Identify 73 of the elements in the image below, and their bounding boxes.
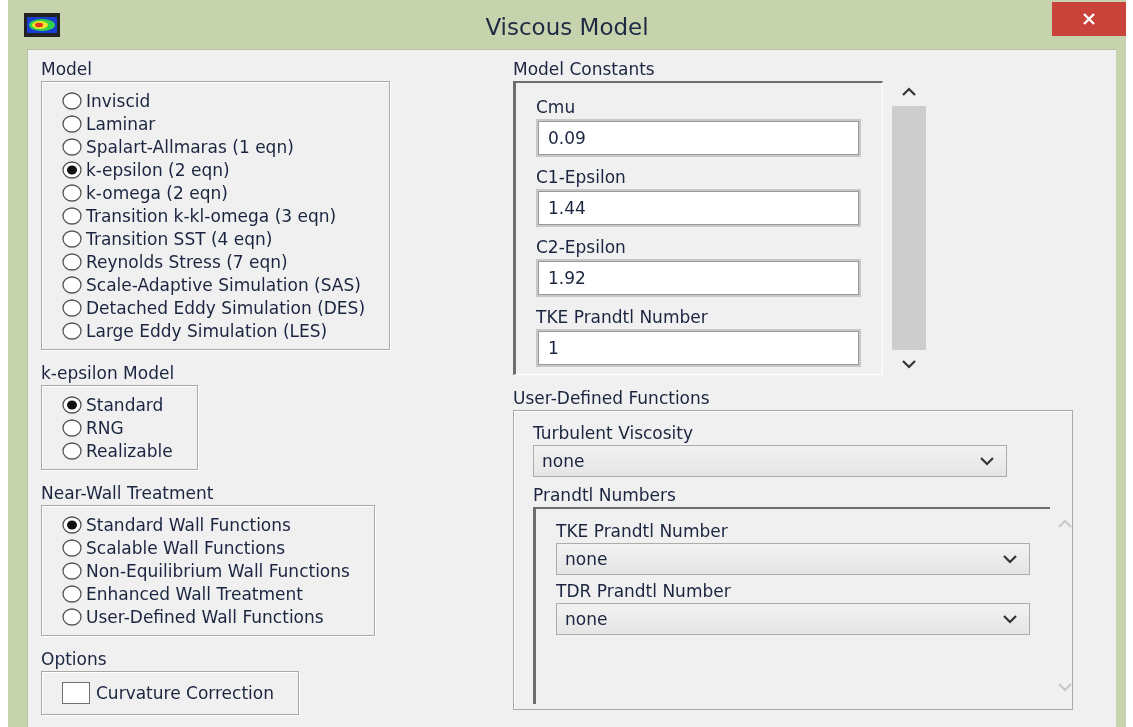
radio-option[interactable]: RNG: [62, 416, 124, 439]
radio-button[interactable]: [62, 160, 82, 179]
radio-button[interactable]: [62, 114, 82, 133]
radio-option[interactable]: Transition k-kl-omega (3 eqn): [62, 204, 337, 227]
group-label: Options: [41, 648, 107, 670]
chevron-down-icon: [980, 456, 994, 466]
close-icon: [1082, 12, 1096, 26]
field-label: Cmu: [536, 96, 577, 119]
radio-button[interactable]: [62, 538, 82, 557]
radio-option[interactable]: Standard Wall Functions: [62, 513, 291, 536]
radio-option[interactable]: Spalart-Allmaras (1 eqn): [62, 135, 294, 158]
field-label: Prandtl Numbers: [533, 484, 677, 507]
radio-option[interactable]: Detached Eddy Simulation (DES): [62, 296, 366, 319]
radio-button[interactable]: [62, 137, 82, 156]
field-label: TKE Prandtl Number: [536, 306, 709, 329]
chevron-up-icon: [1058, 519, 1072, 528]
close-button[interactable]: [1052, 2, 1126, 36]
radio-button[interactable]: [62, 229, 82, 248]
radio-option[interactable]: Enhanced Wall Treatment: [62, 582, 303, 605]
checkbox-option[interactable]: Curvature Correction: [62, 679, 274, 707]
radio-option[interactable]: Scale-Adaptive Simulation (SAS): [62, 273, 361, 296]
window-title: Viscous Model: [485, 14, 649, 40]
radio-option[interactable]: Large Eddy Simulation (LES): [62, 319, 328, 342]
radio-button[interactable]: [62, 321, 82, 340]
radio-option[interactable]: User-Defined Wall Functions: [62, 605, 324, 628]
radio-option[interactable]: k-omega (2 eqn): [62, 181, 228, 204]
field-label: TKE Prandtl Number: [556, 520, 729, 543]
radio-option[interactable]: Reynolds Stress (7 eqn): [62, 250, 288, 273]
radio-button[interactable]: [62, 515, 82, 534]
radio-option[interactable]: Realizable: [62, 439, 173, 462]
input-field[interactable]: 1.44: [536, 189, 861, 227]
radio-button[interactable]: [62, 206, 82, 225]
input-field[interactable]: 1.92: [536, 259, 861, 297]
group-label: Near-Wall Treatment: [41, 482, 214, 504]
input-field[interactable]: 0.09: [536, 119, 861, 157]
dropdown[interactable]: none: [533, 445, 1007, 477]
chevron-down-icon: [1003, 554, 1017, 564]
chevron-up-icon: [902, 87, 916, 96]
radio-option[interactable]: Non-Equilibrium Wall Functions: [62, 559, 350, 582]
radio-button[interactable]: [62, 584, 82, 603]
radio-option[interactable]: Transition SST (4 eqn): [62, 227, 273, 250]
field-label: C1-Epsilon: [536, 166, 627, 189]
group-label: k-epsilon Model: [41, 362, 175, 384]
radio-button[interactable]: [62, 91, 82, 110]
radio-button[interactable]: [62, 441, 82, 460]
chevron-down-icon: [1003, 614, 1017, 624]
field-label: C2-Epsilon: [536, 236, 627, 259]
dropdown[interactable]: none: [556, 543, 1030, 575]
group-label: User-Defined Functions: [513, 387, 710, 409]
radio-option[interactable]: k-epsilon (2 eqn): [62, 158, 230, 181]
radio-button[interactable]: [62, 418, 82, 437]
field-label: TDR Prandtl Number: [556, 580, 732, 603]
checkbox[interactable]: [62, 682, 90, 704]
radio-option[interactable]: Laminar: [62, 112, 156, 135]
scrollbar-thumb[interactable]: [892, 106, 926, 350]
radio-option[interactable]: Inviscid: [62, 89, 151, 112]
radio-button[interactable]: [62, 183, 82, 202]
chevron-down-icon: [1058, 683, 1072, 692]
radio-button[interactable]: [62, 298, 82, 317]
group-label: Model Constants: [513, 58, 655, 80]
radio-button[interactable]: [62, 252, 82, 271]
radio-option[interactable]: Scalable Wall Functions: [62, 536, 286, 559]
radio-option[interactable]: Standard: [62, 393, 164, 416]
chevron-down-icon: [902, 360, 916, 369]
input-field[interactable]: 1: [536, 329, 861, 367]
field-label: Turbulent Viscosity: [533, 422, 695, 445]
radio-button[interactable]: [62, 607, 82, 626]
app-icon: [24, 12, 60, 37]
radio-button[interactable]: [62, 561, 82, 580]
radio-button[interactable]: [62, 395, 82, 414]
dropdown[interactable]: none: [556, 603, 1030, 635]
group-label: Model: [41, 58, 93, 80]
radio-button[interactable]: [62, 275, 82, 294]
